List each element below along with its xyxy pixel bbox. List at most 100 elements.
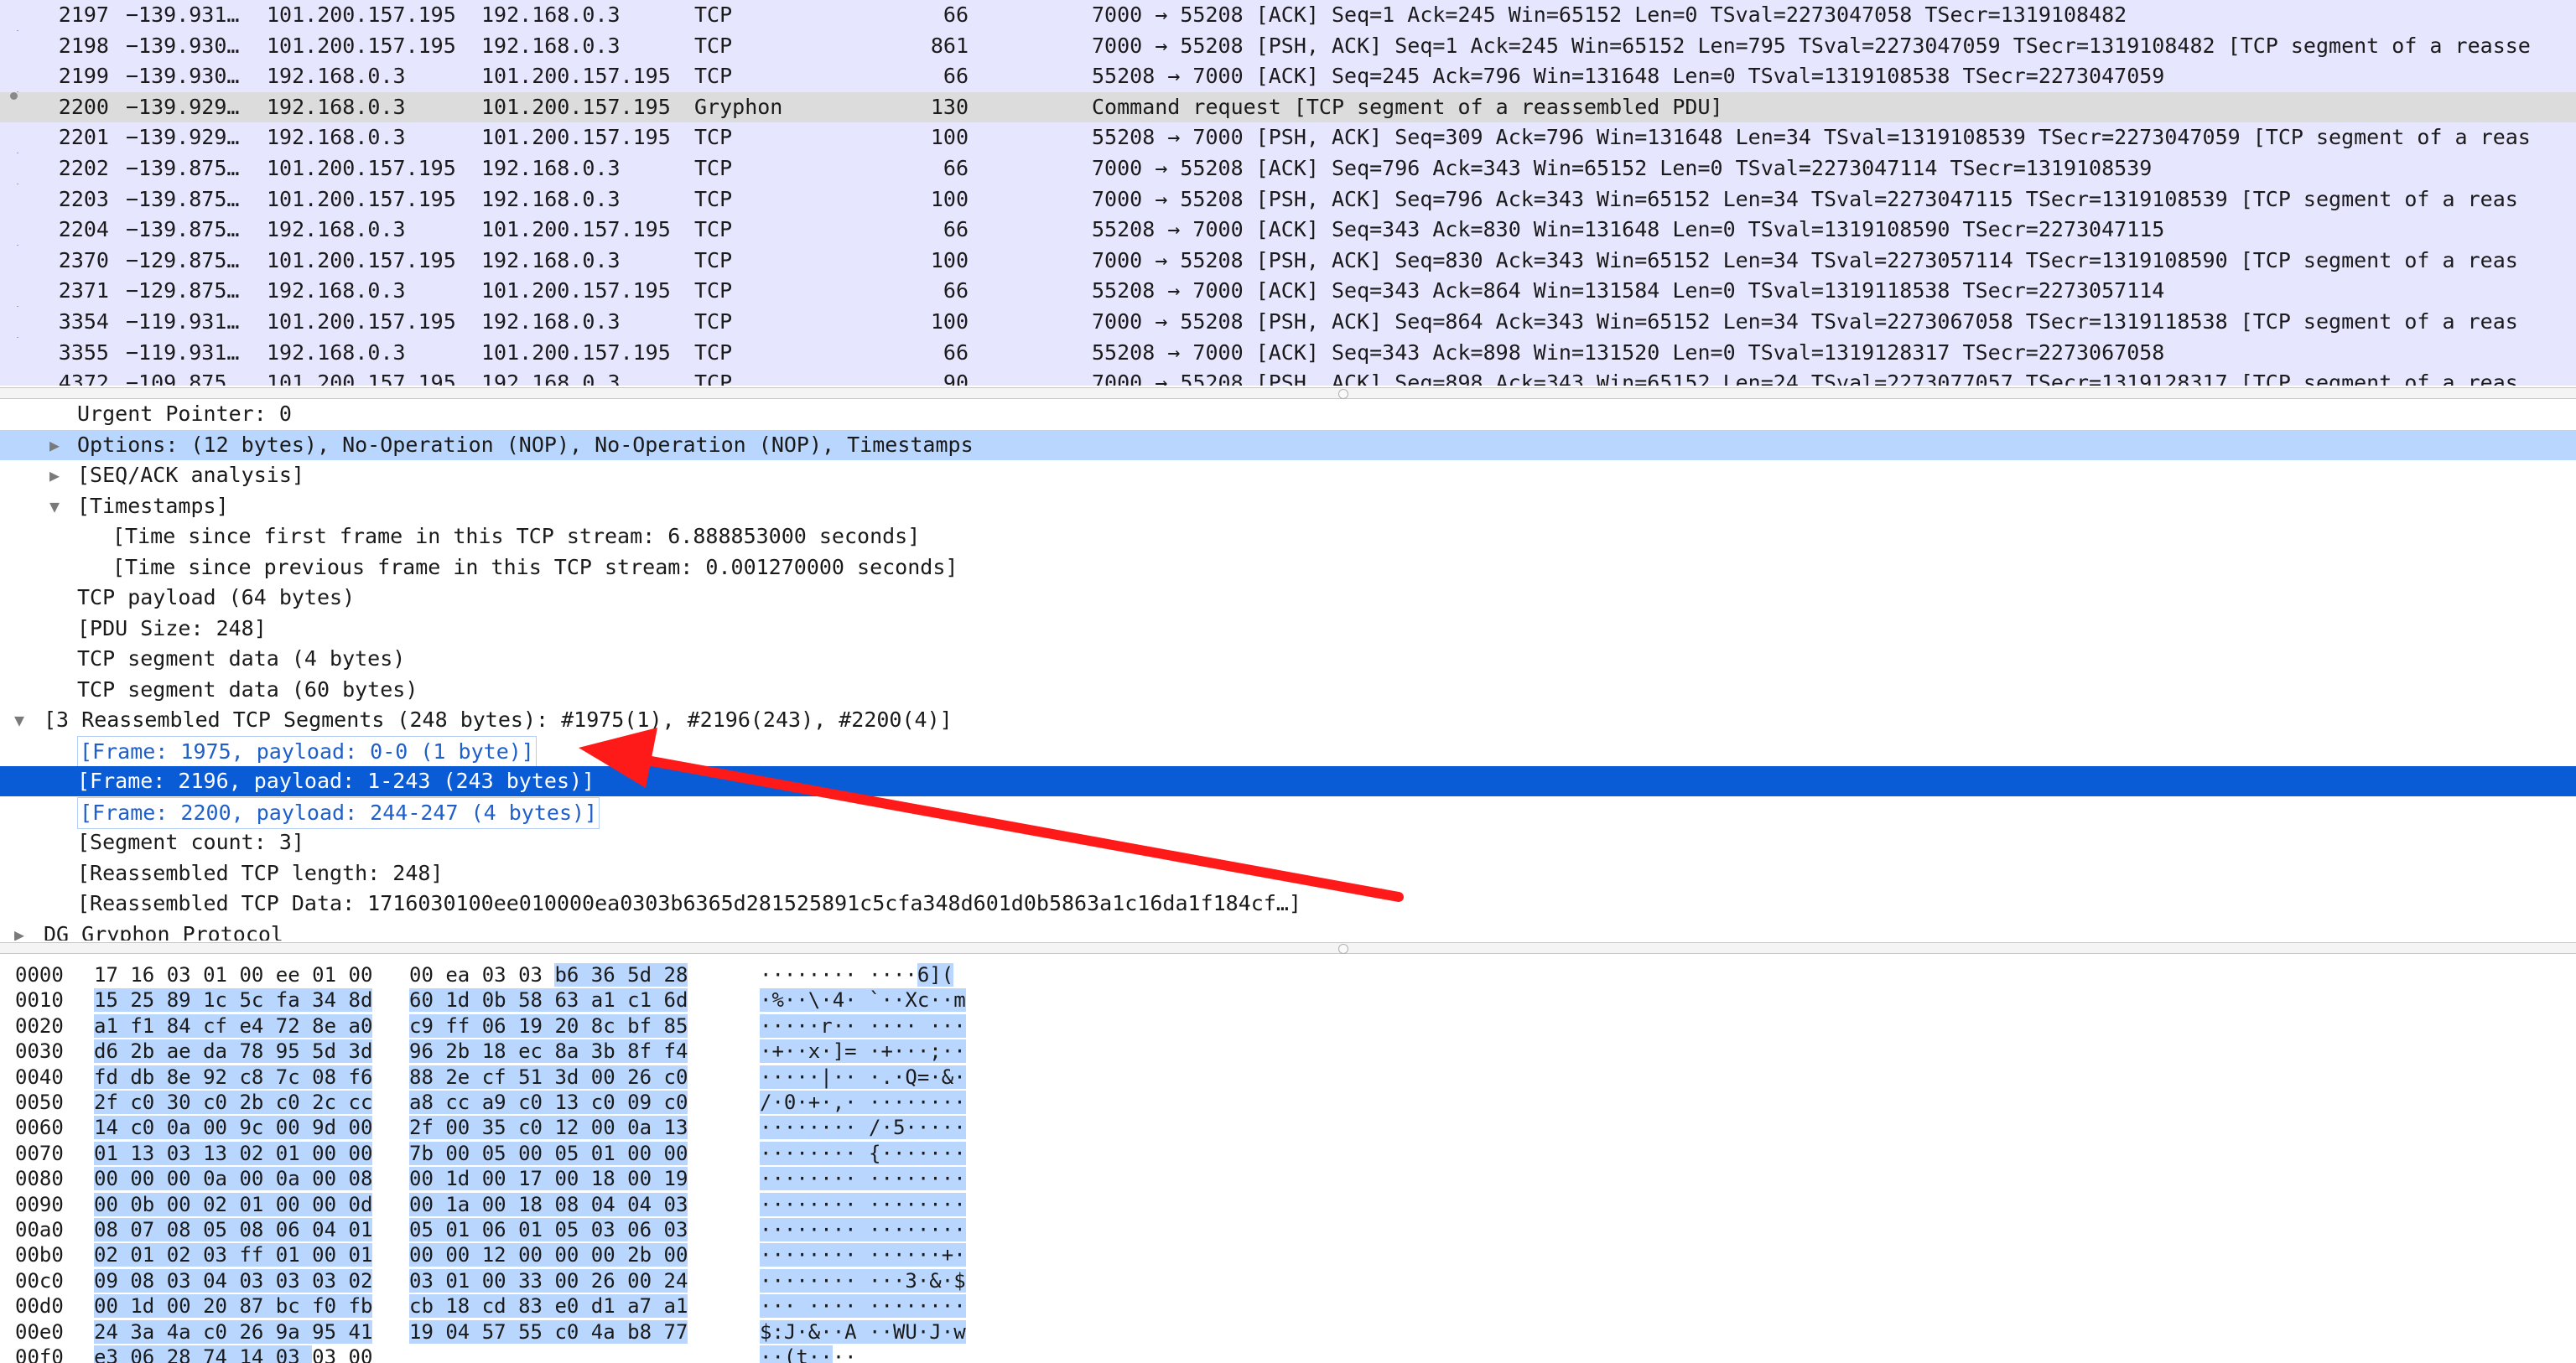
detail-tree-row[interactable]: ▶ [SEQ/ACK analysis] (0, 460, 2576, 490)
detail-tree-row[interactable]: ▼ [Timestamps] (0, 491, 2576, 521)
detail-tree-row[interactable]: [Frame: 2196, payload: 1-243 (243 bytes)… (0, 766, 2576, 796)
hex-dump-row[interactable]: 00a0 08 07 08 05 08 06 04 01 05 01 06 01 0… (0, 1217, 2576, 1242)
splitter-grip-icon[interactable] (1338, 944, 1348, 954)
hex-ascii[interactable]: ········ /·5····· (760, 1115, 1003, 1140)
hex-ascii[interactable]: ·····r·· ···· ··· (760, 1013, 1003, 1039)
hex-bytes-second-half[interactable]: 19 04 57 55 c0 4a b8 77 (409, 1319, 728, 1345)
packet-details-pane[interactable]: Urgent Pointer: 0 ▶ Options: (12 bytes), N… (0, 399, 2576, 941)
hex-bytes-first-half[interactable]: 09 08 03 04 03 03 03 02 (94, 1268, 396, 1293)
hex-bytes-first-half[interactable]: 00 1d 00 20 87 bc f0 fb (94, 1293, 396, 1319)
detail-tree-row[interactable]: ▶ DG Gryphon Protocol (0, 920, 2576, 941)
detail-tree-row[interactable]: ▼ [3 Reassembled TCP Segments (248 bytes)… (0, 705, 2576, 735)
packet-bytes-pane[interactable]: 0000 17 16 03 01 00 ee 01 00 00 ea 03 03 b… (0, 954, 2576, 1363)
hex-ascii[interactable]: ··(t···· (760, 1345, 1003, 1363)
hex-dump-row[interactable]: 0070 01 13 03 13 02 01 00 00 7b 00 05 00 0… (0, 1141, 2576, 1166)
detail-tree-row[interactable]: TCP segment data (60 bytes) (0, 675, 2576, 705)
packet-row[interactable]: 2197 −139.931… 101.200.157.195 192.168.0.3 T… (0, 0, 2576, 30)
hex-dump-row[interactable]: 00e0 24 3a 4a c0 26 9a 95 41 19 04 57 55 c… (0, 1319, 2576, 1345)
hex-bytes-second-half[interactable]: cb 18 cd 83 e0 d1 a7 a1 (409, 1293, 728, 1319)
hex-bytes-first-half[interactable]: 00 00 00 0a 00 0a 00 08 (94, 1166, 396, 1191)
hex-bytes-first-half[interactable]: 2f c0 30 c0 2b c0 2c cc (94, 1090, 396, 1115)
hex-bytes-first-half[interactable]: a1 f1 84 cf e4 72 8e a0 (94, 1013, 396, 1039)
detail-tree-label[interactable]: [Frame: 2200, payload: 244-247 (4 bytes)… (77, 796, 600, 829)
packet-row[interactable]: 2202 −139.875… 101.200.157.195 192.168.0.3 T… (0, 153, 2576, 184)
hex-bytes-first-half[interactable]: 02 01 02 03 ff 01 00 01 (94, 1242, 396, 1267)
detail-tree-label[interactable]: [Frame: 2196, payload: 1-243 (243 bytes)… (77, 766, 595, 796)
detail-tree-row[interactable]: [Time since previous frame in this TCP s… (0, 552, 2576, 583)
hex-dump-row[interactable]: 0010 15 25 89 1c 5c fa 34 8d 60 1d 0b 58 6… (0, 987, 2576, 1013)
hex-bytes-first-half[interactable]: fd db 8e 92 c8 7c 08 f6 (94, 1065, 396, 1090)
hex-dump-row[interactable]: 0060 14 c0 0a 00 9c 00 9d 00 2f 00 35 c0 1… (0, 1115, 2576, 1140)
expand-triangle-down-icon[interactable]: ▼ (8, 705, 30, 735)
hex-bytes-second-half[interactable]: 00 1a 00 18 08 04 04 03 (409, 1192, 728, 1217)
hex-bytes-first-half[interactable]: e3 06 28 74 14 03 03 00 (94, 1345, 396, 1363)
packet-row[interactable]: 4372 −109.875… 101.200.157.195 192.168.0.3 T… (0, 368, 2576, 386)
hex-ascii[interactable]: ··· ···· ········ (760, 1293, 1003, 1319)
packet-row[interactable]: 3354 −119.931… 101.200.157.195 192.168.0.3 T… (0, 307, 2576, 337)
hex-bytes-second-half[interactable]: 7b 00 05 00 05 01 00 00 (409, 1141, 728, 1166)
packet-row[interactable]: 2200 −139.929… 192.168.0.3 101.200.157.195 G… (0, 91, 2576, 122)
detail-tree-row[interactable]: [PDU Size: 248] (0, 614, 2576, 644)
hex-ascii[interactable]: ·+··x·]= ·+···;·· (760, 1039, 1003, 1064)
detail-tree-row[interactable]: [Frame: 2200, payload: 244-247 (4 bytes)… (0, 796, 2576, 829)
expand-triangle-right-icon[interactable]: ▶ (8, 920, 30, 941)
splitter-grip-icon[interactable] (1338, 389, 1348, 399)
hex-bytes-first-half[interactable]: 14 c0 0a 00 9c 00 9d 00 (94, 1115, 396, 1140)
hex-ascii[interactable]: $:J·&··A ··WU·J·w (760, 1319, 1003, 1345)
packet-row[interactable]: 2201 −139.929… 192.168.0.3 101.200.157.195 T… (0, 122, 2576, 153)
hex-dump-row[interactable]: 0080 00 00 00 0a 00 0a 00 08 00 1d 00 17 0… (0, 1166, 2576, 1191)
hex-dump-row[interactable]: 0020 a1 f1 84 cf e4 72 8e a0 c9 ff 06 19 2… (0, 1013, 2576, 1039)
detail-tree-row[interactable]: [Time since first frame in this TCP stre… (0, 521, 2576, 552)
hex-dump-row[interactable]: 0090 00 0b 00 02 01 00 00 0d 00 1a 00 18 0… (0, 1192, 2576, 1217)
hex-bytes-second-half[interactable]: 96 2b 18 ec 8a 3b 8f f4 (409, 1039, 728, 1064)
hex-ascii[interactable]: ········ ····6]( (760, 962, 1003, 987)
detail-tree-row[interactable]: [Reassembled TCP Data: 1716030100ee01000… (0, 889, 2576, 919)
packet-list-pane[interactable]: 2197 −139.931… 101.200.157.195 192.168.0.3 T… (0, 0, 2576, 386)
hex-ascii[interactable]: /·0·+·,· ········ (760, 1090, 1003, 1115)
pane-splitter-bottom[interactable] (0, 942, 2576, 954)
hex-bytes-second-half[interactable]: c9 ff 06 19 20 8c bf 85 (409, 1013, 728, 1039)
detail-tree-row[interactable]: Urgent Pointer: 0 (0, 399, 2576, 429)
detail-tree-row[interactable]: [Segment count: 3] (0, 827, 2576, 858)
packet-row[interactable]: 2204 −139.875… 192.168.0.3 101.200.157.195 T… (0, 215, 2576, 246)
hex-bytes-first-half[interactable]: 17 16 03 01 00 ee 01 00 (94, 962, 396, 987)
detail-tree-row[interactable]: TCP segment data (4 bytes) (0, 644, 2576, 674)
hex-dump-row[interactable]: 00b0 02 01 02 03 ff 01 00 01 00 00 12 00 0… (0, 1242, 2576, 1267)
hex-ascii[interactable]: ········ {······· (760, 1141, 1003, 1166)
hex-ascii[interactable]: ·%··\·4· `··Xc··m (760, 987, 1003, 1013)
hex-dump-row[interactable]: 00c0 09 08 03 04 03 03 03 02 03 01 00 33 0… (0, 1268, 2576, 1293)
packet-row[interactable]: 2370 −129.875… 101.200.157.195 192.168.0.3 T… (0, 245, 2576, 276)
packet-row[interactable]: 2199 −139.930… 192.168.0.3 101.200.157.195 T… (0, 61, 2576, 92)
hex-ascii[interactable]: ········ ········ (760, 1166, 1003, 1191)
hex-bytes-first-half[interactable]: 24 3a 4a c0 26 9a 95 41 (94, 1319, 396, 1345)
packet-row[interactable]: 2203 −139.875… 101.200.157.195 192.168.0.3 T… (0, 184, 2576, 215)
hex-dump-row[interactable]: 0050 2f c0 30 c0 2b c0 2c cc a8 cc a9 c0 1… (0, 1090, 2576, 1115)
hex-bytes-second-half[interactable]: 00 1d 00 17 00 18 00 19 (409, 1166, 728, 1191)
hex-bytes-second-half[interactable]: 00 00 12 00 00 00 2b 00 (409, 1242, 728, 1267)
hex-ascii[interactable]: ········ ···3·&·$ (760, 1268, 1003, 1293)
detail-tree-row[interactable]: [Reassembled TCP length: 248] (0, 858, 2576, 889)
hex-bytes-first-half[interactable]: d6 2b ae da 78 95 5d 3d (94, 1039, 396, 1064)
hex-bytes-second-half[interactable]: 88 2e cf 51 3d 00 26 c0 (409, 1065, 728, 1090)
hex-dump-row[interactable]: 00d0 00 1d 00 20 87 bc f0 fb cb 18 cd 83 e… (0, 1293, 2576, 1319)
hex-dump-row[interactable]: 0040 fd db 8e 92 c8 7c 08 f6 88 2e cf 51 3… (0, 1065, 2576, 1090)
hex-bytes-second-half[interactable]: 00 ea 03 03 b6 36 5d 28 (409, 962, 728, 987)
hex-ascii[interactable]: ········ ······+· (760, 1242, 1003, 1267)
packet-row[interactable]: 2198 −139.930… 101.200.157.195 192.168.0.3 T… (0, 30, 2576, 61)
hex-bytes-first-half[interactable]: 01 13 03 13 02 01 00 00 (94, 1141, 396, 1166)
hex-ascii[interactable]: ········ ········ (760, 1192, 1003, 1217)
detail-tree-row[interactable]: TCP payload (64 bytes) (0, 583, 2576, 613)
hex-bytes-second-half[interactable]: 60 1d 0b 58 63 a1 c1 6d (409, 987, 728, 1013)
packet-row[interactable]: 3355 −119.931… 192.168.0.3 101.200.157.195 T… (0, 337, 2576, 368)
expand-triangle-down-icon[interactable]: ▼ (44, 491, 65, 521)
hex-bytes-second-half[interactable]: a8 cc a9 c0 13 c0 09 c0 (409, 1090, 728, 1115)
hex-bytes-second-half[interactable]: 2f 00 35 c0 12 00 0a 13 (409, 1115, 728, 1140)
hex-dump-row[interactable]: 0030 d6 2b ae da 78 95 5d 3d 96 2b 18 ec 8… (0, 1039, 2576, 1064)
detail-tree-row[interactable]: [Frame: 1975, payload: 0-0 (1 byte)] (0, 735, 2576, 768)
hex-bytes-first-half[interactable]: 15 25 89 1c 5c fa 34 8d (94, 987, 396, 1013)
hex-bytes-second-half[interactable]: 03 01 00 33 00 26 00 24 (409, 1268, 728, 1293)
expand-triangle-right-icon[interactable]: ▶ (44, 430, 65, 460)
pane-splitter-top[interactable] (0, 387, 2576, 399)
packet-row[interactable]: 2371 −129.875… 192.168.0.3 101.200.157.195 T… (0, 276, 2576, 307)
detail-tree-row[interactable]: ▶ Options: (12 bytes), No-Operation (NOP)… (0, 429, 2576, 460)
